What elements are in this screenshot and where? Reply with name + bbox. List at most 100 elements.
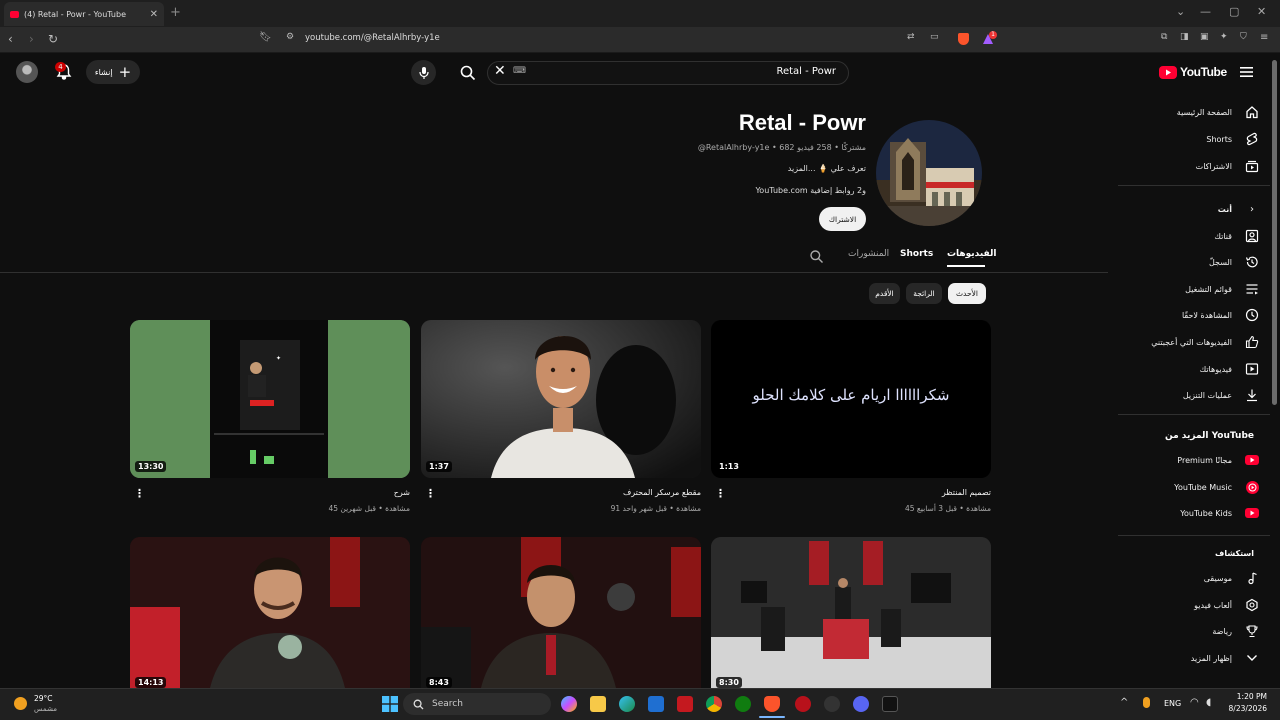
sidebar-item-home[interactable]: الصفحة الرئيسية bbox=[1130, 102, 1260, 122]
back-icon[interactable]: ‹ bbox=[8, 32, 13, 46]
cast-icon[interactable]: ▭ bbox=[930, 32, 939, 42]
video-title[interactable]: شرح bbox=[394, 488, 410, 497]
video-thumbnail[interactable]: 14:13 bbox=[130, 537, 410, 688]
extensions-icon[interactable]: ⧉ bbox=[1161, 32, 1167, 42]
edge-icon[interactable] bbox=[619, 696, 635, 712]
video-more-icon[interactable]: ⋮ bbox=[134, 487, 145, 500]
video-more-icon[interactable]: ⋮ bbox=[715, 487, 726, 500]
windows-start-icon[interactable] bbox=[382, 696, 398, 712]
video-thumbnail[interactable]: ✦ 13:30 bbox=[130, 320, 410, 478]
sidebar-you-header[interactable]: أنت › bbox=[1130, 199, 1260, 219]
video-thumbnail[interactable]: 8:30 bbox=[711, 537, 991, 688]
close-window-button[interactable]: ✕ bbox=[1257, 5, 1266, 18]
vpn-icon[interactable]: ⛉ bbox=[1240, 32, 1247, 42]
file-explorer-icon[interactable] bbox=[590, 696, 606, 712]
sidebar-item-your-channel[interactable]: قناتك bbox=[1130, 226, 1260, 246]
video-thumbnail[interactable]: 8:43 bbox=[421, 537, 701, 688]
channel-links[interactable]: YouTube.com و2 روابط إضافية bbox=[755, 186, 866, 195]
new-tab-button[interactable]: + bbox=[170, 5, 181, 20]
translate-icon[interactable]: ⇄ bbox=[907, 32, 915, 42]
minimize-button[interactable]: — bbox=[1200, 5, 1211, 18]
chip-latest[interactable]: الأحدث bbox=[948, 283, 986, 304]
weather-sun-icon[interactable] bbox=[14, 697, 27, 710]
store-icon[interactable] bbox=[648, 696, 664, 712]
tab-search-icon[interactable]: ⌄ bbox=[1176, 5, 1185, 18]
sidebar-item-premium[interactable]: Premium مجانًا bbox=[1130, 450, 1260, 470]
taskbar-search[interactable]: Search bbox=[403, 693, 551, 715]
language-indicator[interactable]: ENG bbox=[1164, 699, 1181, 708]
youtube-logo-text[interactable]: YouTube bbox=[1180, 65, 1227, 79]
tab-videos[interactable]: الفيديوهات bbox=[947, 249, 997, 259]
sidebar-item-sports[interactable]: رياضة bbox=[1130, 621, 1260, 641]
app-icon[interactable] bbox=[824, 696, 840, 712]
leo-ai-icon[interactable]: ✦ bbox=[1220, 32, 1228, 42]
sidebar-item-music[interactable]: موسيقى bbox=[1130, 568, 1260, 588]
sidebar-item-playlists[interactable]: قوائم التشغيل bbox=[1130, 279, 1260, 299]
sidebar-item-history[interactable]: السجلّ bbox=[1130, 252, 1260, 272]
clear-search-icon[interactable]: ✕ bbox=[494, 63, 506, 79]
weather-temp[interactable]: 29°C bbox=[34, 694, 53, 703]
sidebar-item-your-videos[interactable]: فيديوهاتك bbox=[1130, 359, 1260, 379]
channel-about[interactable]: تعرف علي 🍦 ...المزيد bbox=[788, 164, 866, 173]
channel-search-button[interactable] bbox=[809, 249, 824, 264]
maximize-button[interactable]: ▢ bbox=[1229, 5, 1239, 18]
volume-icon[interactable]: ◖ bbox=[1206, 697, 1211, 708]
wallet-icon[interactable]: ▣ bbox=[1200, 32, 1209, 42]
video-title[interactable]: تصميم المنتظر bbox=[942, 488, 991, 497]
voice-search-button[interactable] bbox=[411, 60, 436, 85]
opera-gx-icon[interactable] bbox=[795, 696, 811, 712]
terminal-icon[interactable] bbox=[882, 696, 898, 712]
chip-popular[interactable]: الرائجة bbox=[906, 283, 942, 304]
sidebar-item-show-more[interactable]: إظهار المزيد bbox=[1130, 648, 1260, 668]
sidebar-item-youtube-kids[interactable]: YouTube Kids bbox=[1130, 503, 1260, 523]
sidebar-item-youtube-music[interactable]: YouTube Music bbox=[1130, 477, 1260, 497]
search-button[interactable] bbox=[459, 64, 477, 82]
account-avatar[interactable] bbox=[16, 61, 38, 83]
site-info-icon[interactable]: ⚙ bbox=[286, 32, 294, 42]
guide-menu-icon[interactable] bbox=[1240, 66, 1253, 78]
bookmark-icon[interactable]: 🔖︎ bbox=[259, 32, 272, 43]
browser-menu-icon[interactable]: ≡ bbox=[1260, 32, 1268, 43]
keyboard-icon[interactable]: ⌨ bbox=[513, 66, 526, 76]
video-title[interactable]: مقطع مرسكر المحترف bbox=[623, 488, 701, 497]
copilot-icon[interactable] bbox=[561, 696, 577, 712]
wifi-icon[interactable]: ◠ bbox=[1190, 697, 1199, 708]
clock-time[interactable]: 1:20 PM bbox=[1235, 692, 1267, 701]
video-thumbnail[interactable]: شكراااااا اريام على كلامك الحلو 1:13 bbox=[711, 320, 991, 478]
browser-tab-title: (4) Retal - Powr - YouTube bbox=[24, 9, 126, 19]
reload-icon[interactable]: ↻ bbox=[48, 32, 58, 46]
sidebar-toggle-icon[interactable]: ◨ bbox=[1180, 32, 1189, 42]
your-videos-icon bbox=[1244, 362, 1260, 376]
discord-icon[interactable] bbox=[853, 696, 869, 712]
video-more-icon[interactable]: ⋮ bbox=[425, 487, 436, 500]
forward-icon[interactable]: › bbox=[29, 32, 34, 46]
sidebar-item-shorts[interactable]: Shorts bbox=[1130, 129, 1260, 149]
sidebar-item-watch-later[interactable]: المشاهدة لاحقًا bbox=[1130, 305, 1260, 325]
create-button[interactable]: إنشاء + bbox=[86, 60, 140, 84]
capcut-icon[interactable] bbox=[677, 696, 693, 712]
browser-tab[interactable]: (4) Retal - Powr - YouTube ✕ bbox=[4, 2, 164, 26]
sidebar-item-subscriptions[interactable]: الاشتراكات bbox=[1130, 156, 1260, 176]
sidebar-scrollbar[interactable] bbox=[1272, 60, 1277, 405]
video-thumbnail[interactable]: 1:37 bbox=[421, 320, 701, 478]
tab-posts[interactable]: المنشورات bbox=[848, 249, 889, 259]
microphone-tray-icon[interactable] bbox=[1143, 697, 1150, 708]
sidebar-item-liked-videos[interactable]: الفيديوهات التي أعجبتني bbox=[1130, 332, 1260, 352]
search-input[interactable]: Retal - Powr bbox=[700, 66, 836, 77]
clock-date[interactable]: 8/23/2026 bbox=[1225, 704, 1267, 713]
youtube-logo-icon[interactable] bbox=[1159, 66, 1177, 79]
chrome-icon[interactable] bbox=[706, 696, 722, 712]
premium-icon bbox=[1244, 455, 1260, 465]
brave-shields-icon[interactable] bbox=[958, 33, 969, 45]
close-tab-icon[interactable]: ✕ bbox=[150, 9, 158, 20]
brave-icon[interactable] bbox=[764, 696, 780, 712]
xbox-icon[interactable] bbox=[735, 696, 751, 712]
sidebar-item-gaming[interactable]: ألعاب فيديو bbox=[1130, 595, 1260, 615]
music-icon bbox=[1244, 480, 1260, 494]
tab-shorts[interactable]: Shorts bbox=[900, 249, 933, 259]
tray-overflow-icon[interactable]: ^ bbox=[1120, 697, 1128, 708]
url-text[interactable]: youtube.com/@RetalAlhrby-y1e bbox=[305, 33, 440, 43]
subscribe-button[interactable]: الاشتراك bbox=[819, 207, 866, 231]
sidebar-item-downloads[interactable]: عمليات التنزيل bbox=[1130, 385, 1260, 405]
chip-oldest[interactable]: الأقدم bbox=[869, 283, 900, 304]
